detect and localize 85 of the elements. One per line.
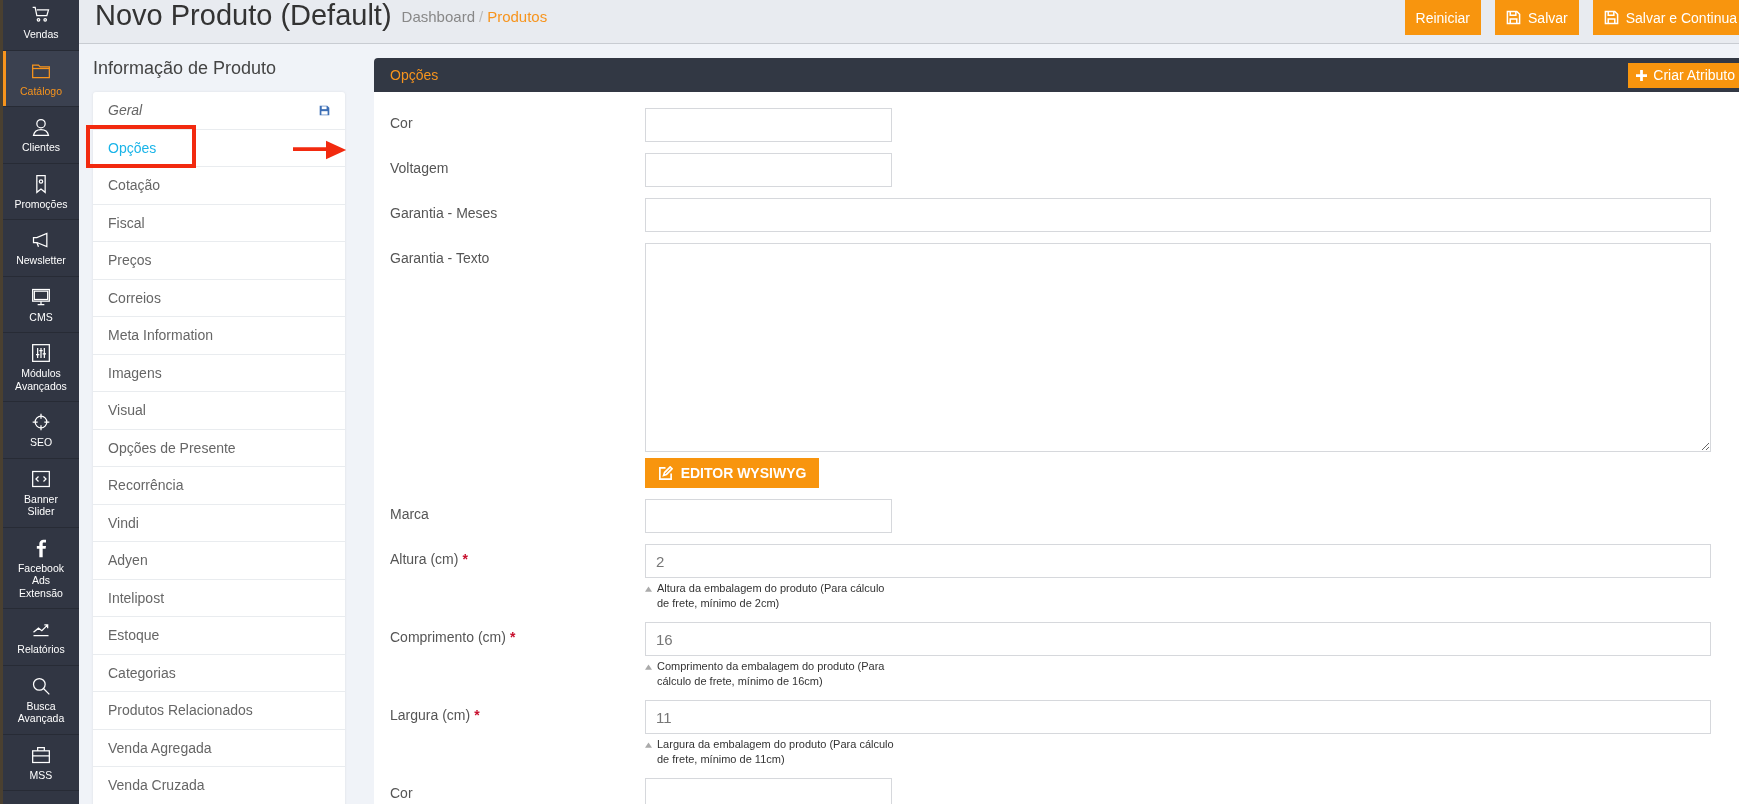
input-field[interactable]: 16	[645, 622, 1711, 656]
field-label: Altura (cm) *	[390, 551, 468, 567]
tab[interactable]: Produtos Relacionados	[93, 692, 345, 730]
tab[interactable]: Meta Information	[93, 317, 345, 355]
nav-item[interactable]: Catálogo	[3, 50, 79, 107]
tab[interactable]: Estoque	[93, 617, 345, 655]
nav-item[interactable]: Relatórios	[3, 609, 79, 666]
nav-item[interactable]: SEO	[3, 402, 79, 459]
nav-label: Catálogo	[20, 84, 62, 97]
tab[interactable]: Correios	[93, 279, 345, 317]
edit-icon	[657, 465, 673, 481]
tab[interactable]: Vindi	[93, 504, 345, 542]
nav-label: Busca Avançada	[17, 699, 65, 725]
nav-label: Relatórios	[17, 643, 65, 656]
save-icon	[1603, 10, 1619, 25]
panel-title: Opções	[390, 67, 439, 83]
field-label: Cor	[390, 115, 413, 131]
monitor-icon	[31, 286, 51, 307]
tab[interactable]: Adyen	[93, 542, 345, 580]
nav-item[interactable]: Módulos Avançados	[3, 333, 79, 402]
nav-item[interactable]: Clientes	[3, 107, 79, 164]
help-text: Altura da embalagem do produto (Para cálculo de frete, mínimo de 2cm)	[657, 581, 886, 611]
sliders-icon	[31, 343, 51, 363]
input-field[interactable]: 2	[645, 544, 1711, 578]
tab[interactable]: Fiscal	[93, 204, 345, 242]
nav-item[interactable]: Promoções	[3, 163, 79, 220]
triangle-icon	[645, 664, 652, 670]
tab[interactable]: Opções de Presente	[93, 429, 345, 467]
nav-label: Promoções	[14, 197, 68, 210]
tab[interactable]: Geral	[93, 92, 345, 130]
help-text: Comprimento da embalagem do produto (Para cálculo de frete, mínimo de 16cm)	[657, 659, 886, 689]
tab[interactable]: Cotação	[93, 167, 345, 205]
field-label: Marca	[390, 506, 429, 522]
input-field[interactable]	[645, 198, 1711, 232]
nav-label: CMS	[29, 310, 53, 323]
cart-icon	[31, 4, 51, 24]
field-label: Garantia - Meses	[390, 205, 498, 221]
field-label: Garantia - Texto	[390, 250, 490, 266]
breadcrumb-separator: /	[479, 8, 484, 25]
input-field[interactable]	[645, 499, 892, 533]
target-icon	[31, 412, 51, 432]
nav-item[interactable]: Facebook Ads Extensão	[3, 527, 79, 609]
section-title: Informação de Produto	[93, 58, 278, 79]
triangle-icon	[645, 742, 652, 748]
input-field[interactable]	[645, 778, 892, 804]
field-label: Voltagem	[390, 160, 449, 176]
page-title: Novo Produto (Default)	[95, 0, 392, 30]
code-icon	[31, 468, 51, 489]
plus-icon	[1636, 69, 1648, 81]
input-field[interactable]: 11	[645, 700, 1711, 734]
tab[interactable]: Recorrência	[93, 467, 345, 505]
nav-item[interactable]: Busca Avançada	[3, 665, 79, 735]
nav-item[interactable]: MSS	[3, 734, 79, 791]
nav-label: MSS	[29, 768, 53, 781]
briefcase-icon	[31, 744, 51, 765]
nav-label: SEO	[29, 436, 53, 449]
nav-label: Módulos Avançados	[15, 367, 67, 392]
tab[interactable]: Imagens	[93, 354, 345, 392]
help-text: Largura da embalagem do produto (Para cálculo de frete, mínimo de 11cm)	[657, 737, 895, 767]
tab-heading: Geral	[108, 102, 143, 119]
nav-item[interactable]: CMS	[3, 276, 79, 333]
input-field[interactable]	[645, 108, 892, 142]
save-icon	[319, 104, 330, 116]
triangle-icon	[645, 586, 652, 592]
field-label: Largura (cm) *	[390, 707, 480, 723]
field-label: Comprimento (cm) *	[390, 629, 516, 645]
input-field[interactable]	[645, 153, 892, 187]
tab[interactable]: Intelipost	[93, 579, 345, 617]
text-area[interactable]	[645, 243, 1711, 452]
nav-label: Facebook Ads Extensão	[17, 561, 65, 599]
field-label: Cor	[390, 785, 413, 801]
nav-label: Newsletter	[16, 254, 66, 267]
tab[interactable]: Venda Cruzada	[93, 767, 345, 804]
tab[interactable]: Preços	[93, 242, 345, 280]
user-icon	[31, 117, 51, 137]
nav-label: Vendas	[23, 28, 59, 41]
nav-item[interactable]: Newsletter	[3, 220, 79, 277]
nav-item[interactable]: Banner Slider	[3, 458, 79, 528]
nav-label: Banner Slider	[24, 492, 58, 518]
tab[interactable]: Categorias	[93, 654, 345, 692]
tab[interactable]: Venda Agregada	[93, 729, 345, 767]
save-icon	[1506, 10, 1521, 25]
tab[interactable]: Visual	[93, 392, 345, 430]
nav-label: Clientes	[22, 141, 60, 154]
search-icon	[31, 675, 51, 696]
